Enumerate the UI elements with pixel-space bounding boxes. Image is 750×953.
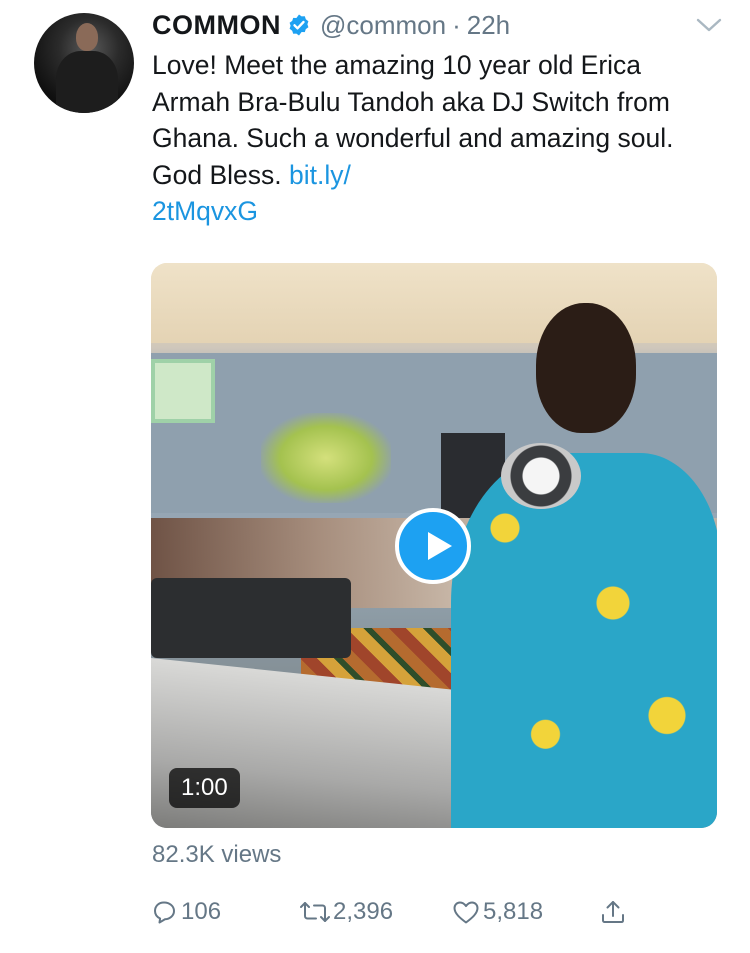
tweet-actions: 106 2,396 5,818 xyxy=(152,893,652,931)
play-icon[interactable] xyxy=(395,508,471,584)
tweet-header: COMMON @common · 22h xyxy=(152,4,510,46)
share-button[interactable] xyxy=(600,893,629,931)
like-button[interactable]: 5,818 xyxy=(452,893,543,931)
author-name[interactable]: COMMON xyxy=(152,10,281,41)
thumb-window xyxy=(151,359,215,423)
tweet-body: Love! Meet the amazing 10 year old Erica… xyxy=(152,50,674,190)
avatar[interactable] xyxy=(34,13,134,113)
retweet-icon xyxy=(300,902,330,922)
video-player[interactable]: 1:00 xyxy=(151,263,717,828)
tweet-link-part2: 2tMqvxG xyxy=(152,196,259,226)
view-count: 82.3K views xyxy=(152,841,282,868)
tweet-time[interactable]: 22h xyxy=(467,10,510,41)
reply-button[interactable]: 106 xyxy=(152,893,221,931)
reply-icon xyxy=(154,901,175,924)
like-count: 5,818 xyxy=(483,898,544,925)
share-icon xyxy=(602,901,624,923)
avatar-body xyxy=(56,51,118,113)
video-duration: 1:00 xyxy=(169,768,240,808)
avatar-face xyxy=(76,23,98,51)
chevron-down-icon[interactable] xyxy=(696,16,722,34)
retweet-button[interactable]: 2,396 xyxy=(300,893,393,931)
separator-dot: · xyxy=(452,9,461,40)
thumb-girl-head xyxy=(536,303,636,433)
tweet-text: Love! Meet the amazing 10 year old Erica… xyxy=(152,47,712,230)
author-handle[interactable]: @common xyxy=(320,10,446,41)
thumb-controller xyxy=(151,578,351,658)
tweet-link-part1: bit.ly/ xyxy=(288,159,351,190)
like-icon xyxy=(453,901,479,924)
thumb-girl-dress xyxy=(451,453,717,828)
reply-count: 106 xyxy=(181,898,222,925)
verified-badge-icon xyxy=(289,14,309,36)
thumb-plant xyxy=(261,413,391,503)
thumb-headphones xyxy=(501,443,581,509)
retweet-count: 2,396 xyxy=(333,898,394,925)
